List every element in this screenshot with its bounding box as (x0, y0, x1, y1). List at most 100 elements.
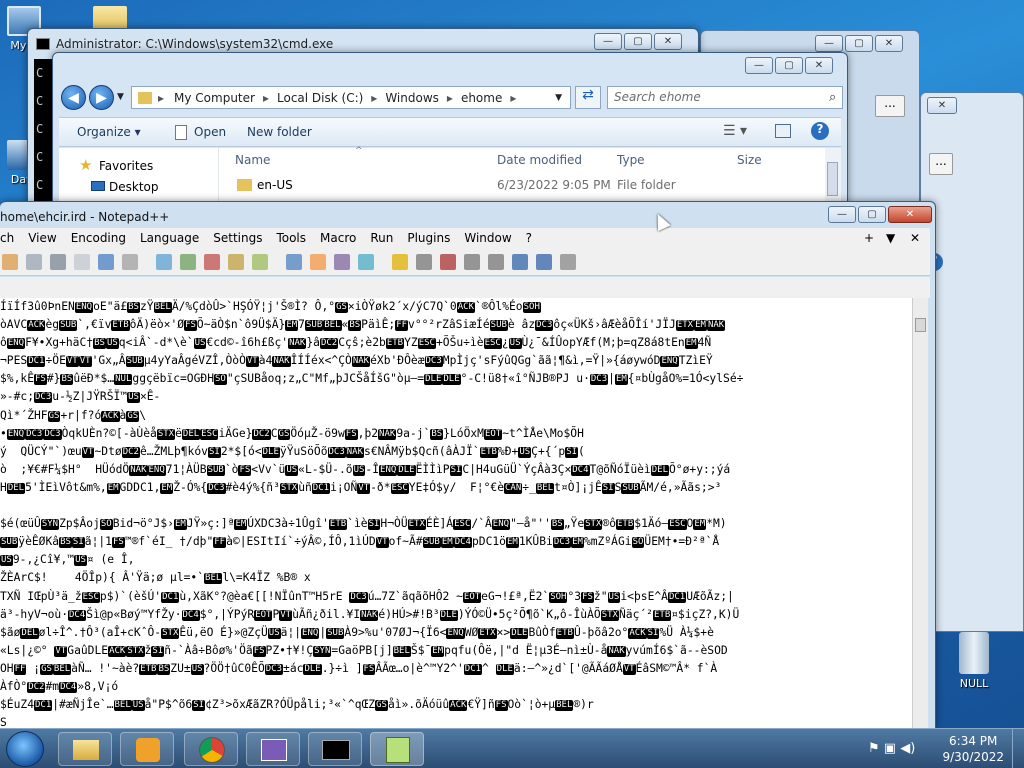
tab-list-button[interactable]: ▼ (886, 228, 903, 245)
column-type[interactable]: Type (617, 153, 645, 167)
nav-favorites[interactable]: Favorites (99, 159, 153, 173)
address-dropdown-icon[interactable]: ▼ (555, 93, 562, 103)
back-button[interactable]: ◀ (61, 85, 86, 110)
print-icon[interactable] (122, 254, 138, 270)
close-button[interactable]: ✕ (927, 97, 957, 114)
vertical-scrollbar[interactable] (912, 298, 928, 730)
menu-help[interactable]: ? (526, 228, 540, 250)
column-name[interactable]: Name (235, 153, 270, 167)
text-run: ¤ (e Î, (86, 553, 135, 567)
notepadpp-window[interactable]: home\ehcir.ird - Notepad++ — ▢ ✕ ch View E… (0, 201, 936, 730)
cut-icon[interactable] (156, 254, 172, 270)
text-run: åoq;z„C"Mf„þJCŠåÍšG"òµ—= (260, 372, 425, 386)
text-run: Õ~äÒ$n`ô9Ü$Ä} (196, 318, 286, 332)
breadcrumb-windows[interactable]: Windows (385, 91, 439, 105)
menu-run[interactable]: Run (370, 228, 401, 250)
menu-view[interactable]: View (28, 228, 64, 250)
recent-pages-chevron-icon[interactable]: ▼ (117, 92, 124, 102)
maximize-button[interactable]: ▢ (858, 206, 886, 223)
text-line: $ãøDELøl÷Î^.†Ô³(aÎ+cKˆÔ-STXÊü,ëO É}»@ZçÜ… (0, 624, 912, 642)
show-desktop-button[interactable] (1012, 729, 1024, 768)
taskbar-media-player[interactable] (120, 732, 174, 766)
column-date-modified[interactable]: Date modified (497, 153, 582, 167)
address-bar[interactable]: ▸ My Computer ▸ Local Disk (C:) ▸ Window… (131, 86, 571, 109)
close-tab-button[interactable]: ✕ (910, 228, 928, 245)
refresh-icon[interactable]: ⇄ (575, 86, 601, 109)
taskbar-chrome[interactable] (184, 732, 238, 766)
save-all-icon[interactable] (74, 254, 90, 270)
close-button[interactable]: ✕ (875, 35, 903, 52)
start-button[interactable] (6, 731, 44, 767)
help-icon[interactable]: ? (811, 122, 829, 140)
cmd-console[interactable]: C C C C C (34, 59, 52, 219)
run-macro-icon[interactable] (536, 254, 552, 270)
menu-language[interactable]: Language (140, 228, 207, 250)
save-icon[interactable] (50, 254, 66, 270)
minimize-button[interactable]: — (828, 206, 856, 223)
undo-icon[interactable] (228, 254, 244, 270)
recycle-bin[interactable]: NULL (944, 632, 1004, 690)
scrollbar-thumb[interactable] (915, 318, 926, 332)
close-button[interactable]: ✕ (888, 206, 932, 223)
close-file-icon[interactable] (98, 254, 114, 270)
taskbar-cmd[interactable] (308, 732, 362, 766)
record-macro-icon[interactable] (464, 254, 480, 270)
find-icon[interactable] (286, 254, 302, 270)
file-row[interactable]: en-US 6/23/2022 9:05 PM File folder (229, 176, 829, 194)
taskbar-window-app[interactable] (246, 732, 300, 766)
breadcrumb-ehome[interactable]: ehome (461, 91, 502, 105)
nav-desktop[interactable]: Desktop (109, 180, 159, 194)
menu-plugins[interactable]: Plugins (407, 228, 458, 250)
menu-tools[interactable]: Tools (276, 228, 314, 250)
maximize-button[interactable]: ▢ (775, 57, 803, 74)
new-folder-button[interactable]: New folder (247, 125, 312, 139)
new-file-icon[interactable] (2, 254, 18, 270)
text-run: ( (578, 444, 585, 458)
view-options-icon[interactable]: ☰ ▾ (723, 123, 747, 139)
close-button[interactable]: ✕ (805, 57, 833, 74)
control-char: VT (65, 356, 79, 368)
open-file-icon[interactable] (26, 254, 42, 270)
control-char: US (105, 338, 119, 350)
forward-button[interactable]: ▶ (89, 85, 114, 110)
redo-icon[interactable] (252, 254, 268, 270)
organize-button[interactable]: Organize ▾ (77, 125, 141, 139)
save-macro-icon[interactable] (560, 254, 576, 270)
taskbar-explorer[interactable] (58, 732, 112, 766)
column-size[interactable]: Size (737, 153, 762, 167)
menu-encoding[interactable]: Encoding (71, 228, 134, 250)
paste-icon[interactable] (204, 254, 220, 270)
maximize-button[interactable]: ▢ (845, 35, 873, 52)
minimize-button[interactable]: — (745, 57, 773, 74)
zoom-out-icon[interactable] (358, 254, 374, 270)
breadcrumb-local-disk[interactable]: Local Disk (C:) (277, 91, 363, 105)
ellipsis-button[interactable]: ... (875, 95, 905, 117)
menu-macro[interactable]: Macro (320, 228, 364, 250)
minimize-button[interactable]: — (815, 35, 843, 52)
copy-icon[interactable] (180, 254, 196, 270)
replace-icon[interactable] (310, 254, 326, 270)
breadcrumb-my-computer[interactable]: My Computer (174, 91, 255, 105)
minimize-button[interactable]: — (594, 33, 622, 50)
search-input[interactable]: Search ehome (607, 86, 843, 109)
menu-search[interactable]: ch (0, 228, 22, 250)
menu-window[interactable]: Window (464, 228, 519, 250)
open-button[interactable]: Open (194, 125, 226, 139)
preview-pane-icon[interactable] (775, 124, 791, 138)
zoom-in-icon[interactable] (334, 254, 350, 270)
tray-icons[interactable]: ⚑ ▣ ◀) (868, 741, 915, 756)
new-tab-button[interactable]: + (864, 228, 882, 245)
play-macro-icon[interactable] (512, 254, 528, 270)
system-clock[interactable]: 6:34 PM 9/30/2022 (942, 733, 1004, 765)
close-button[interactable]: ✕ (654, 33, 682, 50)
sync-scroll-icon[interactable] (392, 254, 408, 270)
stop-macro-icon[interactable] (488, 254, 504, 270)
explorer-window[interactable]: — ▢ ✕ ◀ ▶ ▼ ▸ My Computer ▸ Local Disk (C:… (52, 52, 848, 212)
taskbar-notepadpp[interactable] (370, 732, 424, 766)
menu-settings[interactable]: Settings (213, 228, 270, 250)
ellipsis-button[interactable]: ... (929, 153, 953, 175)
word-wrap-icon[interactable] (416, 254, 432, 270)
text-editor[interactable]: ÍïÍf3û0ÞnENENQoE"ä£BSzŸBELÄ/%ÇdòÛ>`HŞÓŸ¦… (0, 298, 912, 730)
indent-guide-icon[interactable] (440, 254, 456, 270)
maximize-button[interactable]: ▢ (624, 33, 652, 50)
